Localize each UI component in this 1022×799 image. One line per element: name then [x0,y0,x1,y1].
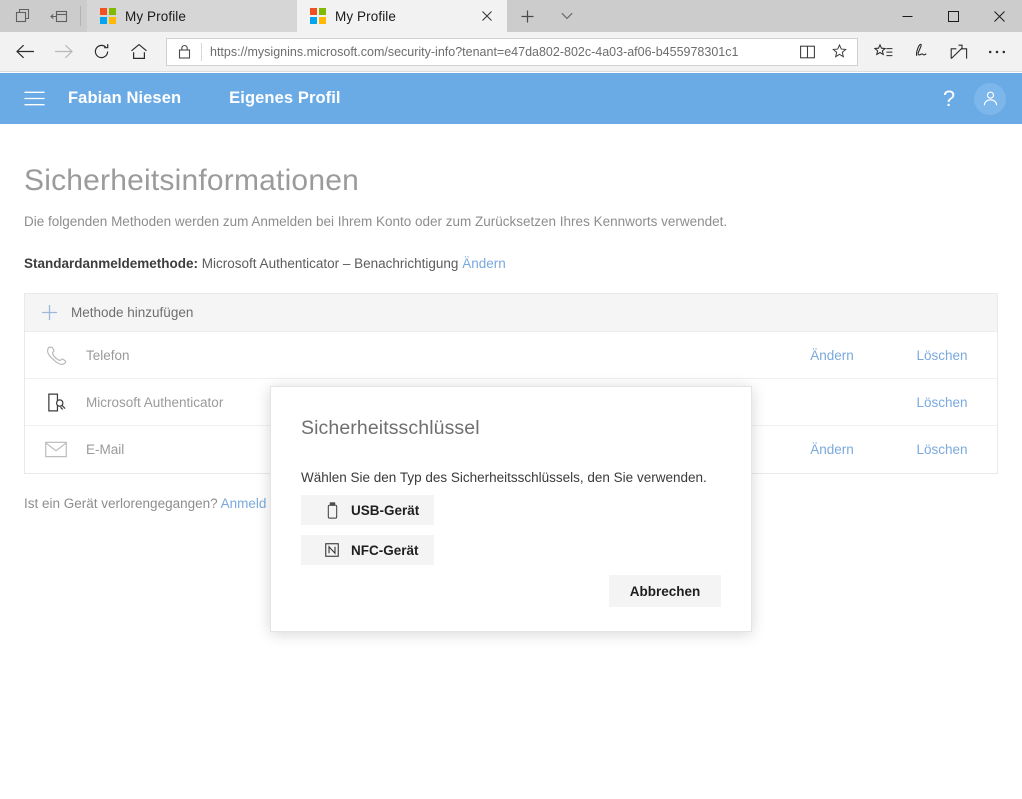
browser-window: My Profile My Profile https://mysignins.… [0,0,1022,799]
star-icon[interactable] [823,39,855,65]
url-text[interactable]: https://mysignins.microsoft.com/security… [202,39,791,65]
nfc-icon [323,543,341,557]
maximize-button[interactable] [930,0,976,32]
usb-device-label: USB-Gerät [351,502,420,518]
ink-note-icon[interactable] [902,35,940,69]
tab-title: My Profile [335,8,397,24]
nfc-device-label: NFC-Gerät [351,542,419,558]
browser-tab[interactable]: My Profile [87,0,297,32]
security-key-dialog: Sicherheitsschlüssel Wählen Sie den Typ … [270,386,752,632]
usb-stick-icon [323,501,341,519]
close-button[interactable] [976,0,1022,32]
minimize-button[interactable] [884,0,930,32]
tab-strip: My Profile My Profile [87,0,884,32]
tab-title: My Profile [125,8,187,24]
navigation-toolbar: https://mysignins.microsoft.com/security… [0,32,1022,72]
page-viewport: Fabian Niesen Eigenes Profil ? Sicherhei… [0,73,1022,799]
url-full: https://mysignins.microsoft.com/security… [210,44,739,59]
browser-tab-active[interactable]: My Profile [297,0,507,32]
titlebar-divider [80,6,81,26]
dialog-prompt: Wählen Sie den Typ des Sicherheitsschlüs… [301,470,707,485]
dialog-title: Sicherheitsschlüssel [301,417,480,439]
cancel-button[interactable]: Abbrechen [609,575,721,607]
address-bar-actions [791,39,857,65]
nfc-device-button[interactable]: NFC-Gerät [301,535,434,565]
close-icon[interactable] [477,6,497,26]
share-icon[interactable] [940,35,978,69]
microsoft-logo-icon [310,8,326,24]
home-icon[interactable] [120,35,158,69]
refresh-arrow-icon[interactable] [82,35,120,69]
forward-arrow-icon[interactable] [44,35,82,69]
dialog-footer: Abbrechen [609,575,721,607]
address-bar[interactable]: https://mysignins.microsoft.com/security… [166,37,858,66]
reading-view-icon[interactable] [791,39,823,65]
new-tab-button[interactable] [507,0,547,32]
favorites-list-icon[interactable] [864,35,902,69]
title-bar: My Profile My Profile [0,0,1022,32]
microsoft-logo-icon [100,8,116,24]
back-arrow-icon[interactable] [6,35,44,69]
tab-preview-icon[interactable] [6,1,40,31]
usb-device-button[interactable]: USB-Gerät [301,495,434,525]
lock-icon [167,39,201,65]
titlebar-left-icons [0,0,87,32]
set-tabs-aside-icon[interactable] [42,1,76,31]
more-options-icon[interactable] [978,35,1016,69]
chevron-down-icon[interactable] [547,0,587,32]
window-controls [884,0,1022,32]
